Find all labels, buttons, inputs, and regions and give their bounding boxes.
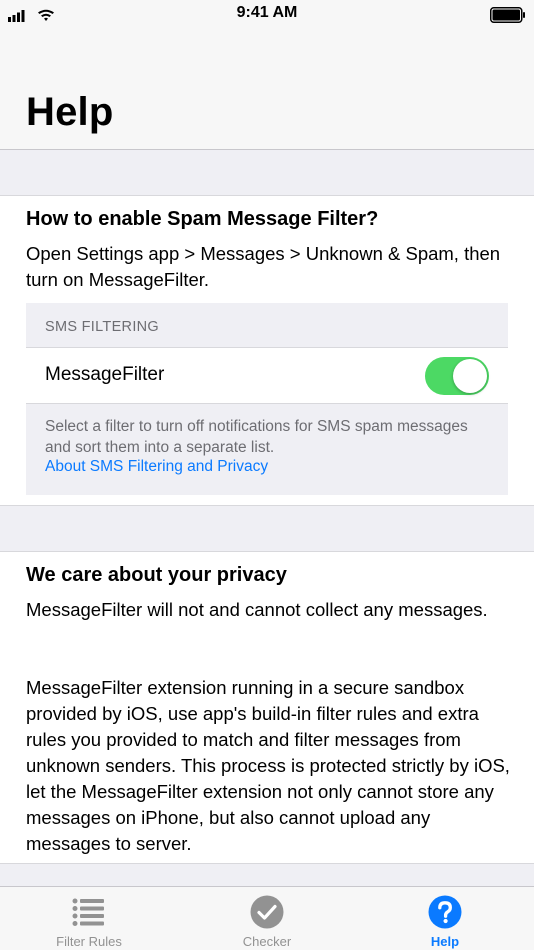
messagefilter-row: MessageFilter	[26, 347, 508, 404]
tab-checker-label: Checker	[242, 934, 292, 949]
status-time: 9:41 AM	[236, 4, 298, 21]
tab-filter-rules-label: Filter Rules	[56, 934, 122, 949]
tab-help[interactable]: Help	[356, 887, 534, 950]
messagefilter-toggle[interactable]	[425, 357, 489, 395]
list-icon	[72, 898, 104, 926]
enable-filter-section: How to enable Spam Message Filter? Open …	[0, 195, 534, 506]
battery-icon	[490, 7, 525, 23]
tab-bar: Filter Rules Checker Help	[0, 886, 534, 950]
enable-heading: How to enable Spam Message Filter?	[26, 208, 379, 230]
messagefilter-label: MessageFilter	[45, 364, 165, 385]
tab-checker[interactable]: Checker	[178, 887, 356, 950]
toggle-knob	[453, 359, 487, 393]
sms-privacy-link[interactable]: About SMS Filtering and Privacy	[45, 458, 268, 476]
privacy-paragraph-1: MessageFilter will not and cannot collec…	[26, 599, 488, 620]
sms-filtering-footer: Select a filter to turn off notification…	[45, 418, 468, 456]
navigation-bar: Help	[0, 28, 534, 150]
sms-filtering-header: SMS FILTERING	[45, 319, 160, 335]
privacy-paragraph-2: MessageFilter extension running in a sec…	[26, 677, 510, 854]
privacy-heading: We care about your privacy	[26, 564, 287, 586]
enable-instructions: Open Settings app > Messages > Unknown &…	[26, 243, 501, 290]
page-title: Help	[26, 90, 114, 134]
question-circle-icon	[428, 895, 462, 929]
tab-filter-rules[interactable]: Filter Rules	[0, 887, 178, 950]
tab-help-label: Help	[430, 934, 460, 949]
settings-preview: SMS FILTERING MessageFilter Select a fil…	[26, 303, 508, 495]
status-bar: 9:41 AM	[0, 0, 534, 28]
privacy-section: We care about your privacy MessageFilter…	[0, 551, 534, 864]
checkmark-circle-icon	[250, 895, 284, 929]
